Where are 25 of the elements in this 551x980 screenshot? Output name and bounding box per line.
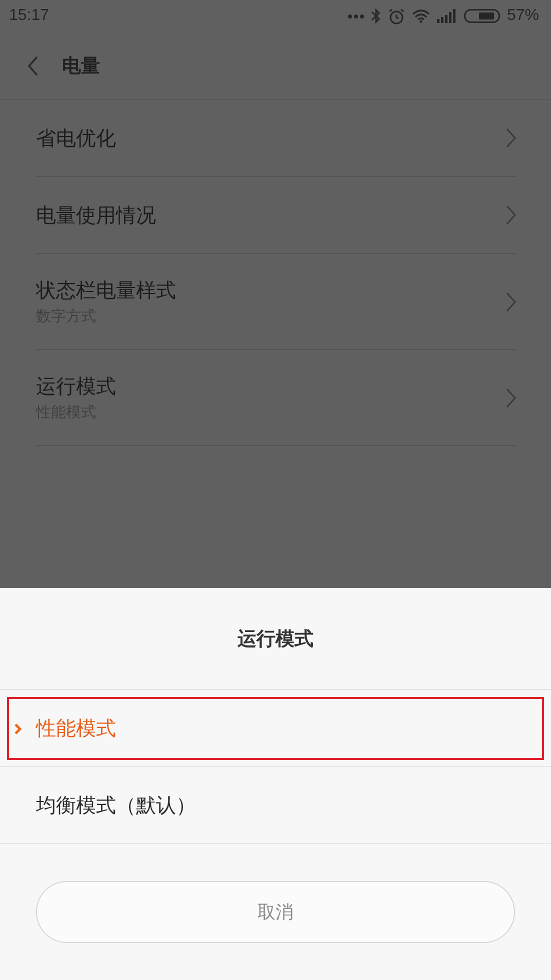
sheet-title: 运行模式 bbox=[0, 588, 551, 690]
alarm-icon bbox=[388, 8, 405, 24]
chevron-icon bbox=[506, 128, 516, 148]
chevron-icon bbox=[506, 205, 516, 225]
mode-option[interactable]: 均衡模式（默认） bbox=[0, 767, 551, 844]
item-title: 状态栏电量样式 bbox=[36, 277, 176, 304]
mode-option[interactable]: 性能模式 bbox=[0, 690, 551, 767]
chevron-icon bbox=[14, 723, 22, 735]
item-title: 运行模式 bbox=[36, 373, 116, 400]
item-title: 电量使用情况 bbox=[36, 202, 156, 228]
status-time: 15:17 bbox=[9, 7, 50, 25]
chevron-icon bbox=[506, 388, 516, 408]
signal-icon bbox=[436, 9, 457, 23]
item-title: 省电优化 bbox=[36, 124, 116, 152]
cancel-button[interactable]: 取消 bbox=[36, 881, 515, 943]
more-dots-icon bbox=[348, 14, 364, 18]
page-title: 电量 bbox=[62, 54, 100, 78]
wifi-icon bbox=[412, 9, 430, 23]
back-icon[interactable] bbox=[27, 56, 39, 76]
battery-percent: 57% bbox=[506, 7, 539, 25]
settings-item[interactable]: 省电优化 bbox=[36, 100, 516, 177]
settings-item[interactable]: 电量使用情况 bbox=[36, 177, 516, 254]
bluetooth-icon bbox=[370, 8, 381, 24]
chevron-icon bbox=[506, 292, 516, 312]
battery-icon bbox=[464, 9, 500, 23]
